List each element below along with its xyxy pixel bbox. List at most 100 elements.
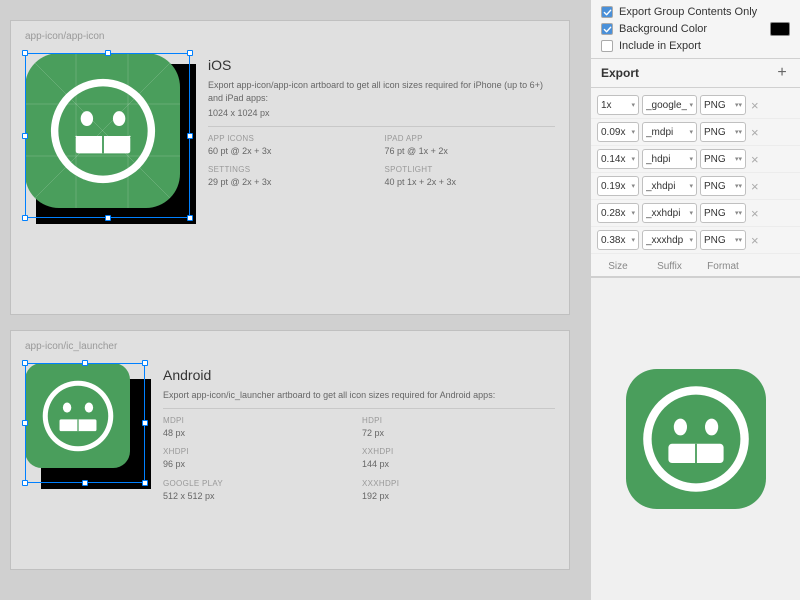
format-value-1: PNG [704,127,726,138]
export-group-label: Export Group Contents Only [619,6,790,18]
size-value-3: 0.19x [601,181,625,192]
export-rows: 1x ▾ _google_ ▾ PNG ▾▾ × 0.09x ▾ _mdpi ▾ [591,88,800,258]
check-icon [603,8,612,17]
android-xxxhdpi-item: XXXHDPI 192 px [362,478,555,504]
android-handle-tl[interactable] [22,360,28,366]
suffix-value-3: _xhdpi [646,181,675,192]
size-arrow-2: ▾ [631,155,635,163]
export-row: 0.38x ▾ _xxxhdp ▾ PNG ▾▾ × [591,227,800,254]
size-arrow-3: ▾ [631,182,635,190]
suffix-arrow-1: ▾ [689,128,693,136]
size-value-1: 0.09x [601,127,625,138]
col-header-size: Size [597,261,639,272]
android-info-grid: MDPI 48 px HDPI 72 px XHDPI 96 px XXHDPI… [163,415,555,504]
remove-row-button-3[interactable]: × [749,180,761,193]
format-select-1[interactable]: PNG ▾▾ [700,122,746,142]
android-handle-tr[interactable] [142,360,148,366]
size-select-1[interactable]: 0.09x ▾ [597,122,639,142]
ios-app-icon [25,53,180,208]
ios-handle-ml[interactable] [22,133,28,139]
remove-row-button-1[interactable]: × [749,126,761,139]
android-artboard: app-icon/ic_launcher [10,330,570,570]
ios-settings-item: SETTINGS 29 pt @ 2x + 3x [208,164,379,190]
format-select-3[interactable]: PNG ▾▾ [700,176,746,196]
suffix-select-2[interactable]: _hdpi ▾ [642,149,697,169]
remove-row-button-4[interactable]: × [749,207,761,220]
export-row: 1x ▾ _google_ ▾ PNG ▾▾ × [591,92,800,119]
ios-spotlight-label: SPOTLIGHT [385,164,556,176]
android-gp-item: GOOGLE PLAY 512 x 512 px [163,478,356,504]
android-artboard-label: app-icon/ic_launcher [25,341,117,352]
size-select-5[interactable]: 0.38x ▾ [597,230,639,250]
ios-handle-tl[interactable] [22,50,28,56]
android-xhdpi-val: 96 px [163,458,356,472]
ios-handle-bm[interactable] [105,215,111,221]
suffix-select-1[interactable]: _mdpi ▾ [642,122,697,142]
android-mdpi-item: MDPI 48 px [163,415,356,441]
android-gp-val: 512 x 512 px [163,490,356,504]
preview-icon [626,369,766,509]
add-export-button[interactable]: + [774,65,790,81]
export-row: 0.09x ▾ _mdpi ▾ PNG ▾▾ × [591,119,800,146]
size-value-5: 0.38x [601,235,625,246]
format-select-2[interactable]: PNG ▾▾ [700,149,746,169]
android-handle-mr[interactable] [142,420,148,426]
android-smiley-svg [36,374,120,458]
ios-handle-mr[interactable] [187,133,193,139]
suffix-select-3[interactable]: _xhdpi ▾ [642,176,697,196]
android-xxhdpi-label: XXHDPI [362,446,555,458]
ios-handle-tr[interactable] [187,50,193,56]
bg-color-swatch[interactable] [770,22,790,36]
ios-desc: Export app-icon/app-icon artboard to get… [208,79,555,104]
android-info-panel: Android Export app-icon/ic_launcher artb… [163,363,555,503]
suffix-select-4[interactable]: _xxhdpi ▾ [642,203,697,223]
format-value-3: PNG [704,181,726,192]
ios-ipad-val: 76 pt @ 1x + 2x [385,145,556,159]
suffix-arrow-4: ▾ [689,209,693,217]
format-select-5[interactable]: PNG ▾▾ [700,230,746,250]
format-select-0[interactable]: PNG ▾▾ [700,95,746,115]
android-handle-tm[interactable] [82,360,88,366]
export-title: Export [601,66,639,80]
suffix-select-5[interactable]: _xxxhdp ▾ [642,230,697,250]
suffix-value-4: _xxhdpi [646,208,680,219]
android-hdpi-item: HDPI 72 px [362,415,555,441]
ios-handle-br[interactable] [187,215,193,221]
format-select-4[interactable]: PNG ▾▾ [700,203,746,223]
android-handle-ml[interactable] [22,420,28,426]
ios-handle-tm[interactable] [105,50,111,56]
export-header: Export + [591,59,800,88]
ios-spotlight-val: 40 pt 1x + 2x + 3x [385,176,556,190]
ios-handle-bl[interactable] [22,215,28,221]
suffix-select-0[interactable]: _google_ ▾ [642,95,697,115]
size-select-2[interactable]: 0.14x ▾ [597,149,639,169]
export-row: 0.28x ▾ _xxhdpi ▾ PNG ▾▾ × [591,200,800,227]
size-select-4[interactable]: 0.28x ▾ [597,203,639,223]
suffix-value-1: _mdpi [646,127,673,138]
ios-ipad-item: IPAD APP 76 pt @ 1x + 2x [385,133,556,159]
android-handle-bl[interactable] [22,480,28,486]
size-arrow-4: ▾ [631,209,635,217]
preview-smiley-svg [636,379,756,499]
android-xxxhdpi-label: XXXHDPI [362,478,555,490]
android-gp-label: GOOGLE PLAY [163,478,356,490]
suffix-arrow-3: ▾ [689,182,693,190]
remove-row-button-0[interactable]: × [749,99,761,112]
export-col-headers: Size Suffix Format [591,258,800,277]
android-handle-bm[interactable] [82,480,88,486]
android-handle-br[interactable] [142,480,148,486]
size-select-3[interactable]: 0.19x ▾ [597,176,639,196]
remove-row-button-2[interactable]: × [749,153,761,166]
ios-title: iOS [208,57,555,73]
size-arrow-1: ▾ [631,128,635,136]
ios-app-icon-label: APP ICONS [208,133,379,145]
include-export-checkbox[interactable] [601,40,613,52]
format-arrow-4: ▾▾ [735,209,742,217]
bg-color-checkbox[interactable] [601,23,613,35]
export-group-checkbox[interactable] [601,6,613,18]
right-panel: Export Group Contents Only Background Co… [590,0,800,600]
size-select-0[interactable]: 1x ▾ [597,95,639,115]
canvas-area: app-icon/app-icon [0,0,590,600]
ios-divider [208,126,555,127]
remove-row-button-5[interactable]: × [749,234,761,247]
